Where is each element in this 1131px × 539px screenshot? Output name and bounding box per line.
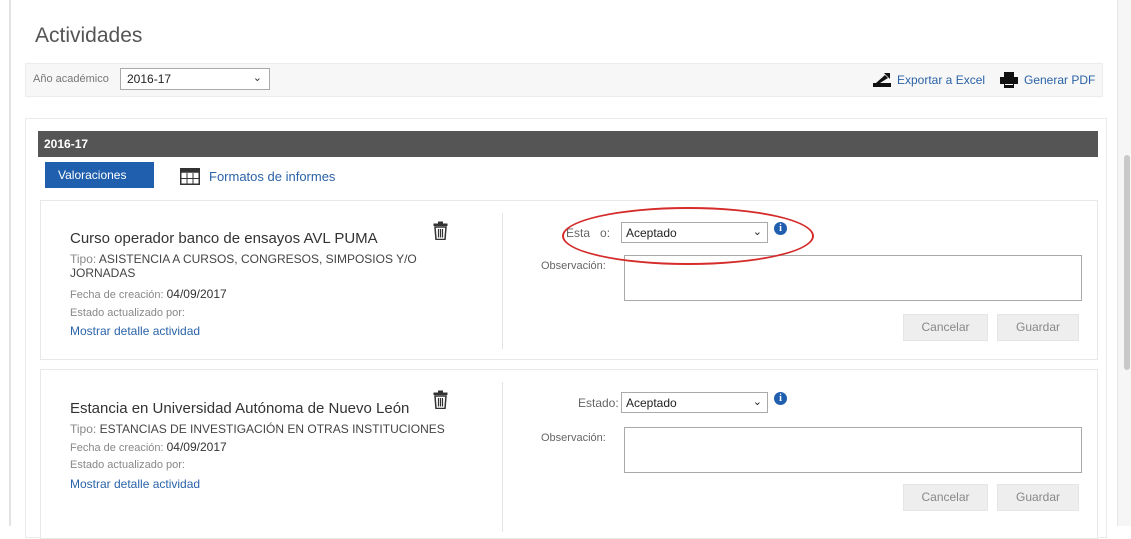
scrollbar-thumb[interactable] <box>1124 155 1130 370</box>
tab-formatos-label: Formatos de informes <box>209 169 336 184</box>
year-select[interactable]: 2016-17 ⌄ <box>120 68 270 90</box>
activity-card: Curso operador banco de ensayos AVL PUMA… <box>40 200 1098 360</box>
save-button[interactable]: Guardar <box>997 314 1079 341</box>
estado-label-end: o: <box>600 226 611 240</box>
activity-title: Estancia en Universidad Autónoma de Nuev… <box>70 400 410 417</box>
updated-by: Estado actualizado por: <box>70 459 185 471</box>
activity-card: Estancia en Universidad Autónoma de Nuev… <box>40 369 1098 539</box>
chevron-down-icon: ⌄ <box>252 72 262 84</box>
observacion-field[interactable] <box>624 255 1082 301</box>
left-border <box>9 0 11 526</box>
filter-bar: Año académico 2016-17 ⌄ Exportar a Excel… <box>25 63 1103 97</box>
export-excel-label: Exportar a Excel <box>897 73 986 87</box>
page-title: Actividades <box>35 24 143 47</box>
activity-title: Curso operador banco de ensayos AVL PUMA <box>70 230 378 247</box>
observacion-label: Observación: <box>541 260 606 272</box>
tab-valoraciones[interactable]: Valoraciones <box>45 162 154 188</box>
estado-select[interactable]: Aceptado ⌄ <box>621 392 768 413</box>
printer-icon <box>1000 72 1018 88</box>
observacion-label: Observación: <box>541 432 606 444</box>
tipo-value: ESTANCIAS DE INVESTIGACIÓN EN OTRAS INST… <box>99 422 445 436</box>
year-label: Año académico <box>33 73 109 85</box>
card-divider <box>502 213 503 349</box>
estado-select[interactable]: Aceptado ⌄ <box>621 222 768 243</box>
fecha-value: 04/09/2017 <box>166 440 227 454</box>
save-button[interactable]: Guardar <box>997 484 1079 511</box>
generate-pdf-label: Generar PDF <box>1024 73 1096 87</box>
fecha-label: Fecha de creación: <box>70 289 164 301</box>
show-detail-link[interactable]: Mostrar detalle actividad <box>70 324 200 338</box>
chevron-down-icon: ⌄ <box>752 226 762 238</box>
trash-icon[interactable] <box>433 221 448 240</box>
estado-select-value: Aceptado <box>626 226 677 240</box>
tipo-label: Tipo: <box>70 252 97 266</box>
year-select-value: 2016-17 <box>127 72 172 86</box>
generate-pdf-link[interactable]: Generar PDF <box>999 72 1095 88</box>
fecha-value: 04/09/2017 <box>166 287 227 301</box>
trash-icon[interactable] <box>433 390 448 409</box>
year-section-header: 2016-17 <box>38 131 1098 157</box>
activity-type: Tipo: ESTANCIAS DE INVESTIGACIÓN EN OTRA… <box>70 422 450 436</box>
tipo-value: ASISTENCIA A CURSOS, CONGRESOS, SIMPOSIO… <box>70 252 417 280</box>
estado-label: Estado: <box>578 396 619 410</box>
info-icon[interactable]: i <box>774 392 787 405</box>
observacion-field[interactable] <box>624 427 1082 473</box>
show-detail-link[interactable]: Mostrar detalle actividad <box>70 477 200 491</box>
export-excel-link[interactable]: Exportar a Excel <box>872 72 985 88</box>
tab-formatos-informes[interactable]: Formatos de informes <box>180 168 335 185</box>
table-icon <box>180 168 200 185</box>
creation-date: Fecha de creación: 04/09/2017 <box>70 287 227 301</box>
estado-label: Esta o: <box>566 226 610 240</box>
excel-export-icon <box>873 73 891 87</box>
tipo-label: Tipo: <box>70 422 97 436</box>
fecha-label: Fecha de creación: <box>70 442 164 454</box>
updated-by: Estado actualizado por: <box>70 307 185 319</box>
chevron-down-icon: ⌄ <box>752 396 762 408</box>
cancel-button[interactable]: Cancelar <box>903 314 988 341</box>
cancel-button[interactable]: Cancelar <box>903 484 988 511</box>
estado-select-value: Aceptado <box>626 396 677 410</box>
activity-type: Tipo: ASISTENCIA A CURSOS, CONGRESOS, SI… <box>70 252 450 280</box>
estado-label-start: Esta <box>566 226 591 240</box>
card-divider <box>502 382 503 532</box>
info-icon[interactable]: i <box>774 222 787 235</box>
creation-date: Fecha de creación: 04/09/2017 <box>70 440 227 454</box>
